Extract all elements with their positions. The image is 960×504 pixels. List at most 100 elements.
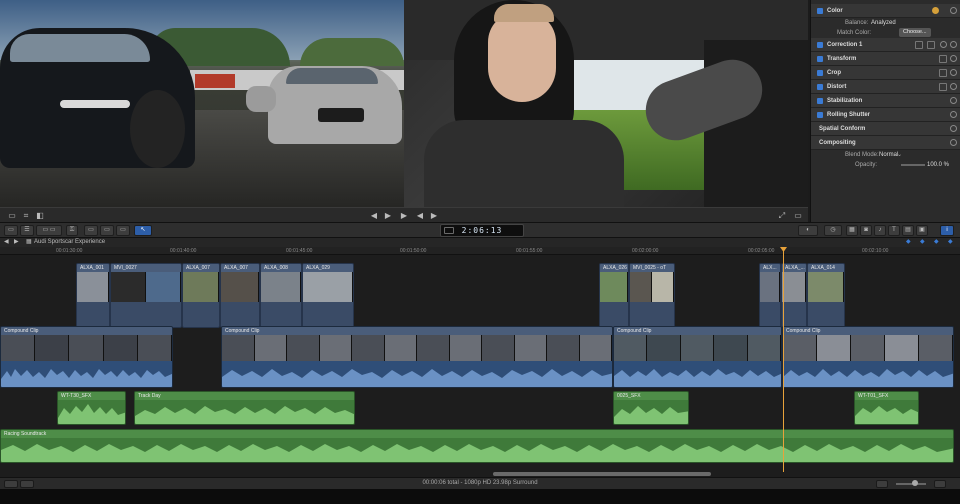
opacity-row: Opacity: 100.0 % — [811, 158, 960, 172]
playhead[interactable] — [783, 247, 784, 472]
skimming-icon[interactable]: ◆ — [906, 238, 911, 247]
stabilization-section[interactable]: Stabilization — [811, 94, 960, 108]
connected-clip[interactable]: ALXA_007 — [220, 263, 260, 328]
audio-clip[interactable]: WT-T01_SFX — [854, 391, 919, 425]
previous-frame-icon[interactable]: ◀ — [414, 210, 426, 221]
connect-icon[interactable]: ▭ — [84, 225, 98, 236]
previous-edit-icon[interactable]: ◀ — [368, 210, 380, 221]
audio-clip[interactable]: 0025_SFX — [613, 391, 689, 425]
reset-icon[interactable] — [950, 69, 957, 76]
correction-label: Correction 1 — [827, 42, 863, 48]
fullscreen-icon[interactable]: ⤢ — [776, 210, 788, 221]
inspector-toggle-icon[interactable]: i — [940, 225, 954, 236]
timecode-display[interactable]: 2:06:13 — [440, 224, 524, 237]
clip-filmstrip — [303, 272, 353, 302]
transform-section[interactable]: Transform — [811, 52, 960, 66]
audio-clip[interactable]: Track Day — [134, 391, 355, 425]
zoom-slider-knob[interactable] — [912, 480, 918, 486]
connected-clip[interactable]: ALX... — [759, 263, 781, 328]
retime-icon[interactable]: ◷ — [824, 225, 842, 236]
titles-icon[interactable]: T — [888, 225, 900, 236]
viewer-menu-icon[interactable]: ▭ — [792, 210, 804, 221]
forward-icon[interactable]: ▶ — [14, 238, 19, 247]
generators-icon[interactable]: ▤ — [902, 225, 914, 236]
distort-enabled-checkbox[interactable] — [817, 84, 823, 90]
distort-section[interactable]: Distort — [811, 80, 960, 94]
opacity-value[interactable]: 100.0 % — [927, 158, 949, 172]
transform-enabled-checkbox[interactable] — [817, 56, 823, 62]
back-icon[interactable]: ◀ — [4, 238, 9, 247]
color-enabled-checkbox[interactable] — [817, 8, 823, 14]
audio-waveform — [222, 361, 612, 387]
reset-icon[interactable] — [950, 97, 957, 104]
color-board-icon[interactable] — [915, 41, 923, 49]
settings-icon[interactable] — [934, 480, 946, 488]
reset-icon[interactable] — [950, 41, 957, 48]
keyframe-icon[interactable] — [927, 41, 935, 49]
connected-clip[interactable]: MVI_0027 — [110, 263, 182, 328]
next-edit-icon[interactable]: ▶ — [428, 210, 440, 221]
connected-clip[interactable]: ALXA_026 — [599, 263, 629, 328]
choose-button[interactable]: Choose... — [899, 28, 931, 37]
audio-clip[interactable]: WT-T30_SFX — [57, 391, 126, 425]
clip-height-icon[interactable] — [876, 480, 888, 488]
opacity-slider[interactable] — [901, 164, 925, 166]
append-icon[interactable]: ▭ — [116, 225, 130, 236]
reset-icon[interactable] — [950, 55, 957, 62]
soundtrack-clip[interactable]: Racing Soundtrack — [0, 429, 954, 463]
timeline[interactable]: ALXA_001 MVI_0027 ALXA_007 ALXA_007 ALXA… — [0, 255, 960, 477]
library-icon[interactable]: ▦ — [846, 225, 858, 236]
reset-icon[interactable] — [950, 7, 957, 14]
reset-icon[interactable] — [950, 83, 957, 90]
insert-icon[interactable]: ▭ — [100, 225, 114, 236]
crop-section[interactable]: Crop — [811, 66, 960, 80]
connected-clip[interactable]: ALXA_029 — [302, 263, 354, 328]
compound-clip[interactable]: Compound Clip — [613, 326, 782, 388]
connected-clip[interactable]: ALXA_001 — [76, 263, 110, 328]
rolling-shutter-enabled-checkbox[interactable] — [817, 112, 823, 118]
solo-icon[interactable]: ◆ — [934, 238, 939, 247]
connected-clip[interactable]: ALXA_008 — [260, 263, 302, 328]
crop-icon[interactable]: ⌗ — [20, 210, 32, 221]
reset-icon[interactable] — [950, 139, 957, 146]
list-icon[interactable]: ☰ — [20, 225, 34, 236]
reset-icon[interactable] — [950, 111, 957, 118]
compound-clip[interactable]: Compound Clip — [221, 326, 613, 388]
play-icon[interactable]: ▶ — [398, 210, 410, 221]
crop-onscreen-icon[interactable] — [939, 69, 947, 77]
connected-clip[interactable]: ALXA_... — [781, 263, 807, 328]
audio-waveform — [135, 406, 354, 424]
photo-icon[interactable]: ◙ — [860, 225, 872, 236]
viewer-options-icon[interactable]: ▭ — [6, 210, 18, 221]
audio-skimming-icon[interactable]: ◆ — [920, 238, 925, 247]
distort-onscreen-icon[interactable] — [939, 83, 947, 91]
help-icon[interactable] — [940, 41, 947, 48]
snapping-icon[interactable]: ◆ — [948, 238, 953, 247]
themes-icon[interactable]: ▣ — [916, 225, 928, 236]
reset-icon[interactable] — [950, 125, 957, 132]
stabilization-enabled-checkbox[interactable] — [817, 98, 823, 104]
music-icon[interactable]: ♪ — [874, 225, 886, 236]
next-frame-icon[interactable]: ▶ — [382, 210, 394, 221]
correction-section[interactable]: Correction 1 — [811, 38, 960, 52]
connected-clip[interactable]: ALXA_014 — [807, 263, 845, 328]
clip-filmstrip — [600, 272, 628, 302]
zoom-slider[interactable] — [896, 483, 926, 485]
timeline-ruler[interactable]: 00:01:30:00 00:01:40:00 00:01:45:00 00:0… — [0, 247, 960, 255]
import-button[interactable]: ▭ ▭ — [36, 225, 62, 236]
connected-clip[interactable]: MVI_0025 - oT — [629, 263, 675, 328]
rolling-shutter-section[interactable]: Rolling Shutter — [811, 108, 960, 122]
key-icon[interactable]: ⚿ — [66, 225, 78, 236]
spatial-conform-section[interactable]: Spatial Conform — [811, 122, 960, 136]
film-icon[interactable]: ▭ — [4, 225, 18, 236]
connected-clip[interactable]: ALXA_007 — [182, 263, 220, 328]
transform-onscreen-icon[interactable] — [939, 55, 947, 63]
enhance-icon[interactable]: ◐ — [798, 225, 818, 236]
compound-clip[interactable]: Compound Clip — [0, 326, 173, 388]
transform-icon[interactable]: ◧ — [34, 210, 46, 221]
select-tool-button[interactable]: ↖ — [134, 225, 152, 236]
compound-clip[interactable]: Compound Clip — [782, 326, 954, 388]
correction-enabled-checkbox[interactable] — [817, 42, 823, 48]
crop-enabled-checkbox[interactable] — [817, 70, 823, 76]
timeline-scrollbar[interactable] — [493, 472, 711, 476]
